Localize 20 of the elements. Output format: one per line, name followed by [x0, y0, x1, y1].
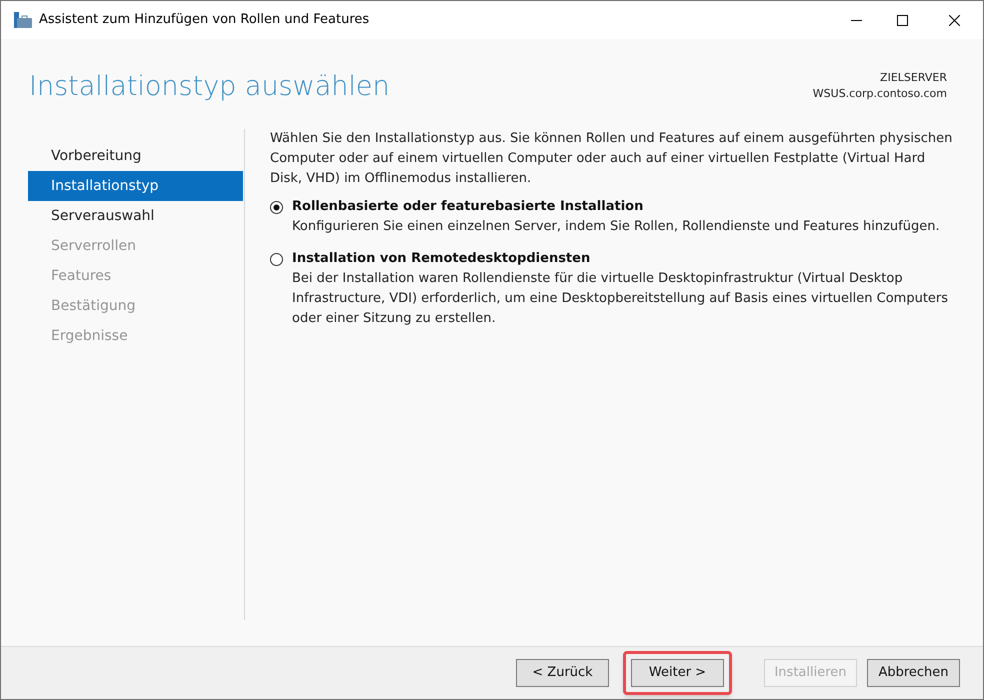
- close-icon: [948, 14, 960, 26]
- wizard-button[interactable]: Abbrechen: [867, 659, 960, 687]
- option-label[interactable]: Rollenbasierte oder featurebasierte Installation: [292, 197, 644, 217]
- wizard-button[interactable]: < Zurück: [516, 659, 609, 687]
- option-description: Konfigurieren Sie einen einzelnen Server, indem Sie Rollen, Rollendienste und Features hinzufügen.: [292, 218, 941, 236]
- maximize-icon: [896, 14, 908, 26]
- server-label: ZIELSERVER: [880, 70, 947, 86]
- window-title: Assistent zum Hinzufügen von Rollen und Features: [39, 11, 370, 30]
- option-description: Bei der Installation waren Rollendienste für die virtuelle Desktopinfrastruktur (Virtual Desktop Infrastructure, VDI) erforderlich, um eine Desktopbereitstellung auf Basis eines virtuellen Computers oder einer Sitzung zu erstellen.: [292, 270, 950, 328]
- intro-text: Wählen Sie den Installationstyp aus. Sie können Rollen und Features auf einem ausgeführten physischen Computer oder auf einem virtuellen Computer oder auch auf einer virtuellen Festplatte (Virtual Hard Disk, VHD) im Offlinemodus installieren.: [270, 130, 954, 188]
- app-icon: [14, 12, 32, 28]
- page-title: Installationstyp auswählen: [29, 73, 390, 100]
- radio-button[interactable]: [270, 252, 283, 266]
- server-name: WSUS.corp.contoso.com: [812, 86, 947, 102]
- nav-item[interactable]: Installationstyp: [28, 171, 243, 201]
- wizard-button[interactable]: Weiter >: [631, 659, 724, 687]
- nav-item[interactable]: Serverauswahl: [28, 201, 243, 231]
- radio-button[interactable]: [270, 200, 283, 214]
- nav-item[interactable]: Vorbereitung: [28, 141, 243, 171]
- option-label[interactable]: Installation von Remotedesktopdiensten: [292, 249, 590, 269]
